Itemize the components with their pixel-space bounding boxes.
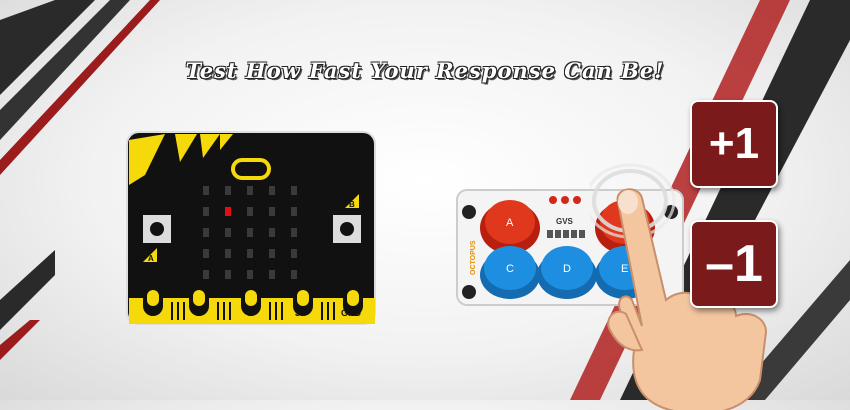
pin-label-2: 2 [248,308,253,318]
pin-label-3v: 3V [295,308,306,318]
octopus-brand: OCTOPUS [470,240,477,275]
button-b-label: B [349,200,355,209]
button-a-label: A [148,254,154,263]
score-minus-one: –1 [690,220,778,308]
button-d-text: D [563,263,571,275]
score-plus-one: +1 [690,100,778,188]
pin-label-0: 0 [149,308,154,318]
page-title: Test How Fast Your Response Can Be! [185,58,665,83]
pin-label-1: 1 [196,308,201,318]
button-c-text: C [506,263,514,275]
pin-label-gnd: GND [341,308,362,318]
microbit-board: 0 1 2 3V GND A B [126,131,376,325]
button-a-text: A [506,217,514,229]
header-label: GVS [556,217,574,226]
banner: Test How Fast Your Response Can Be! 0 1 … [0,0,850,410]
